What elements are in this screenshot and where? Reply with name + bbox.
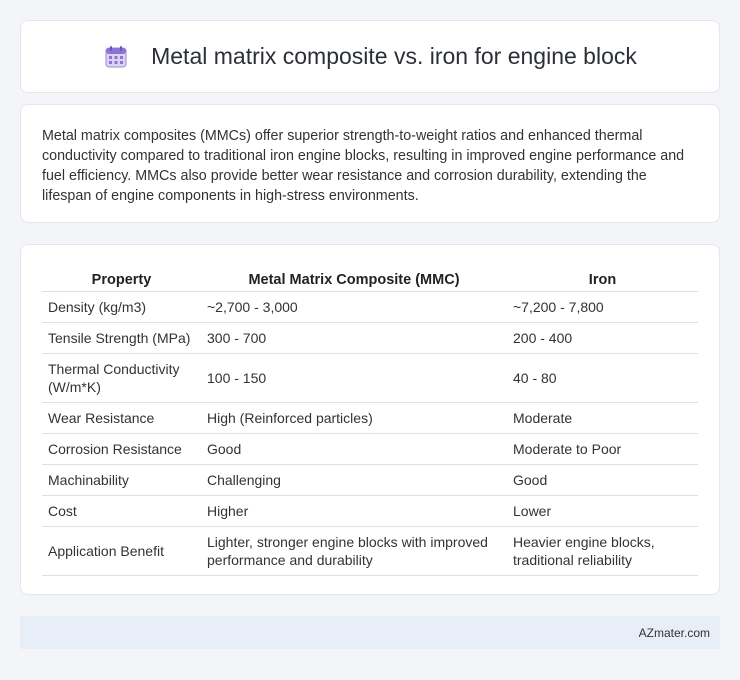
mmc-cell: Higher — [201, 495, 507, 527]
iron-cell: 40 - 80 — [507, 353, 698, 403]
title-card: Metal matrix composite vs. iron for engi… — [20, 20, 720, 93]
table-row: Tensile Strength (MPa) 300 - 700 200 - 4… — [42, 322, 698, 354]
table-row: Thermal Conductivity (W/m*K) 100 - 150 4… — [42, 353, 698, 403]
iron-cell: 200 - 400 — [507, 322, 698, 354]
table-row: Machinability Challenging Good — [42, 464, 698, 496]
page-title: Metal matrix composite vs. iron for engi… — [151, 43, 637, 69]
header-iron: Iron — [507, 263, 698, 292]
table-row: Wear Resistance High (Reinforced particl… — [42, 402, 698, 434]
table-row: Density (kg/m3) ~2,700 - 3,000 ~7,200 - … — [42, 291, 698, 323]
property-cell: Density (kg/m3) — [42, 291, 201, 323]
mmc-cell: Good — [201, 433, 507, 465]
table-row: Corrosion Resistance Good Moderate to Po… — [42, 433, 698, 465]
calendar-icon — [103, 44, 129, 70]
property-cell: Application Benefit — [42, 526, 201, 576]
mmc-cell: High (Reinforced particles) — [201, 402, 507, 434]
table-header-row: Property Metal Matrix Composite (MMC) Ir… — [42, 263, 698, 292]
comparison-table: Property Metal Matrix Composite (MMC) Ir… — [42, 263, 698, 576]
property-cell: Cost — [42, 495, 201, 527]
iron-cell: ~7,200 - 7,800 — [507, 291, 698, 323]
property-cell: Thermal Conductivity (W/m*K) — [42, 353, 201, 403]
mmc-cell: ~2,700 - 3,000 — [201, 291, 507, 323]
iron-cell: Lower — [507, 495, 698, 527]
mmc-cell: Challenging — [201, 464, 507, 496]
intro-card: Metal matrix composites (MMCs) offer sup… — [20, 104, 720, 223]
header-mmc: Metal Matrix Composite (MMC) — [201, 263, 507, 292]
iron-cell: Good — [507, 464, 698, 496]
property-cell: Machinability — [42, 464, 201, 496]
header-property: Property — [42, 263, 201, 292]
property-cell: Wear Resistance — [42, 402, 201, 434]
table-row: Cost Higher Lower — [42, 495, 698, 527]
mmc-cell: 100 - 150 — [201, 353, 507, 403]
mmc-cell: 300 - 700 — [201, 322, 507, 354]
mmc-cell: Lighter, stronger engine blocks with imp… — [201, 526, 507, 576]
property-cell: Tensile Strength (MPa) — [42, 322, 201, 354]
comparison-card: Property Metal Matrix Composite (MMC) Ir… — [20, 244, 720, 595]
iron-cell: Heavier engine blocks, traditional relia… — [507, 526, 698, 576]
iron-cell: Moderate — [507, 402, 698, 434]
footer: AZmater.com — [20, 616, 720, 649]
table-row: Application Benefit Lighter, stronger en… — [42, 526, 698, 576]
property-cell: Corrosion Resistance — [42, 433, 201, 465]
intro-text: Metal matrix composites (MMCs) offer sup… — [42, 128, 685, 204]
iron-cell: Moderate to Poor — [507, 433, 698, 465]
footer-brand[interactable]: AZmater.com — [639, 626, 710, 640]
